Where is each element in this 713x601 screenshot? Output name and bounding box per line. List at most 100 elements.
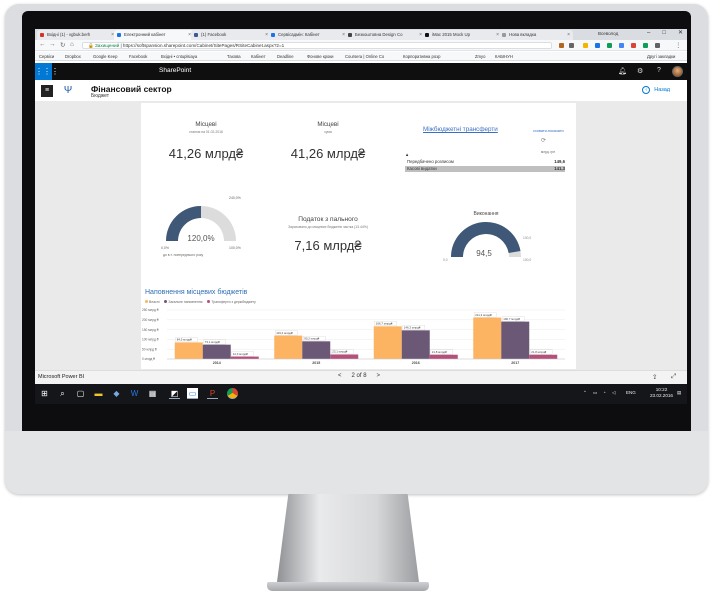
profile-name[interactable]: Всеволод bbox=[598, 31, 618, 36]
table-header: млрд. грн bbox=[541, 150, 556, 154]
browser-tab[interactable]: Вхідні (1) - vgbuk.berh × bbox=[37, 30, 117, 40]
taskbar-app-icon[interactable]: ◩ bbox=[169, 388, 180, 399]
notification-center-icon[interactable]: ▤ bbox=[677, 390, 681, 396]
search-icon[interactable]: ⌕ bbox=[57, 388, 68, 399]
browser-tab[interactable]: Сервісадмін: Кабінет × bbox=[268, 30, 348, 40]
kpi-value: 41,26 млрд₴ bbox=[168, 146, 244, 161]
browser-tab[interactable]: Електронний кабінет × bbox=[114, 30, 194, 40]
browser-tab[interactable]: Нова вкладка × bbox=[499, 30, 573, 40]
file-explorer-icon[interactable]: ▬ bbox=[93, 388, 104, 399]
back-arrow-icon: ‹ bbox=[642, 86, 651, 94]
help-icon[interactable]: ? bbox=[657, 67, 661, 74]
transfers-title[interactable]: Міжбюджетні трансферти bbox=[423, 126, 498, 133]
fullscreen-icon[interactable]: ⤢ bbox=[671, 373, 676, 381]
task-view-icon[interactable]: ▢ bbox=[75, 388, 86, 399]
secure-label: Захищений bbox=[95, 43, 120, 48]
gear-icon[interactable]: ⚙ bbox=[637, 67, 643, 75]
forward-arrow-icon[interactable]: → bbox=[49, 41, 56, 48]
reload-icon[interactable]: ↻ bbox=[60, 41, 65, 49]
browser-toolbar: ← → ↻ ⌂ 🔒 Захищений | https://softspansi… bbox=[35, 40, 687, 51]
extension-icon[interactable] bbox=[607, 43, 612, 48]
bookmark-item[interactable]: Coursera | Online Co bbox=[345, 52, 384, 60]
language-indicator[interactable]: ENG bbox=[626, 390, 636, 395]
calculator-icon[interactable]: ▦ bbox=[147, 388, 158, 399]
next-page-icon[interactable]: > bbox=[377, 373, 381, 379]
chrome-icon[interactable] bbox=[227, 388, 238, 399]
taskbar-app-icon[interactable]: ◆ bbox=[111, 388, 122, 399]
bookmark-item[interactable]: Facebook bbox=[129, 52, 147, 60]
legend-label[interactable]: Загальне наповнення bbox=[168, 300, 202, 304]
legend-label[interactable]: Власні bbox=[149, 300, 159, 304]
app-name[interactable]: SharePoint bbox=[159, 67, 191, 74]
share-icon[interactable]: ⇪ bbox=[652, 373, 657, 381]
tray-up-icon[interactable]: ⌃ bbox=[583, 390, 587, 396]
trident-logo-icon: Ψ bbox=[63, 85, 73, 96]
battery-icon[interactable]: ▭ bbox=[593, 390, 597, 396]
close-window-icon[interactable]: ✕ bbox=[678, 30, 683, 36]
table-cell-value: 149,6 bbox=[554, 159, 565, 164]
browser-tab[interactable]: (1) Facebook × bbox=[191, 30, 271, 40]
bookmark-item[interactable]: Dropbox bbox=[65, 52, 81, 60]
avatar[interactable] bbox=[672, 66, 683, 77]
bookmark-star-icon[interactable] bbox=[569, 43, 574, 48]
taskbar-app-icon[interactable]: ▭ bbox=[187, 388, 198, 399]
windows-start-icon[interactable]: ⊞ bbox=[39, 388, 50, 399]
sharepoint-suite-bar: ⋮⋮⋮ SharePoint 🔔︎ ⚙ ? bbox=[35, 63, 687, 80]
gmail-icon bbox=[40, 33, 44, 37]
maximize-icon[interactable]: □ bbox=[662, 30, 666, 36]
back-arrow-icon[interactable]: ← bbox=[39, 41, 46, 48]
wifi-icon[interactable]: ◔ bbox=[603, 390, 606, 395]
table-row[interactable]: Передбачено розписом 149,6 bbox=[405, 159, 565, 165]
close-icon[interactable]: × bbox=[567, 30, 570, 40]
powerbi-brand[interactable]: Microsoft Power BI bbox=[38, 374, 84, 380]
bookmark-item[interactable]: Фонове кроки bbox=[307, 52, 334, 60]
windows-taskbar: ⊞ ⌕ ▢ ▬ ◆ W ▦ ◩ ▭ P ⌃ ▭ ◔ ◁ ENG 10:22 23… bbox=[35, 384, 687, 404]
bookmark-item[interactable]: Другі закладки bbox=[647, 52, 675, 60]
notifications-icon[interactable]: 🔔︎ bbox=[618, 67, 627, 75]
bookmark-item[interactable]: Тахова bbox=[227, 52, 241, 60]
hamburger-menu-icon[interactable]: ≡ bbox=[41, 85, 53, 97]
bookmark-item[interactable]: Вхідні • cntuplsiaya bbox=[161, 52, 197, 60]
refresh-icon[interactable]: ⟳ bbox=[541, 137, 546, 144]
bookmark-item[interactable]: Deadline bbox=[277, 52, 294, 60]
extension-icon[interactable] bbox=[631, 43, 636, 48]
bookmark-item[interactable]: Кабінет bbox=[251, 52, 266, 60]
word-icon[interactable]: W bbox=[129, 388, 140, 399]
home-icon[interactable]: ⌂ bbox=[70, 41, 74, 48]
waffle-icon[interactable]: ⋮⋮⋮ bbox=[35, 63, 59, 80]
more-menu-icon[interactable]: ⋮ bbox=[675, 41, 682, 49]
chart-bar bbox=[473, 317, 502, 359]
extension-icon[interactable] bbox=[619, 43, 624, 48]
prev-page-icon[interactable]: < bbox=[338, 373, 342, 379]
bookmark-item[interactable]: Google Keep bbox=[93, 52, 117, 60]
y-tick-label: 150 млрд ₴ bbox=[142, 328, 159, 332]
extension-icon[interactable] bbox=[595, 43, 600, 48]
browser-tab[interactable]: Безкоштовна Design Co × bbox=[345, 30, 425, 40]
bookmark-item[interactable]: Корпоративна розр bbox=[403, 52, 440, 60]
extension-icon[interactable] bbox=[643, 43, 648, 48]
gauge-min: 0,0% bbox=[161, 246, 169, 250]
volume-icon[interactable]: ◁ bbox=[612, 390, 615, 396]
legend-label[interactable]: Трансферти з держбюджету bbox=[211, 300, 255, 304]
legend-swatch bbox=[207, 300, 211, 303]
chart-bar bbox=[202, 344, 231, 359]
bookmark-item[interactable]: Сервіси bbox=[39, 52, 54, 60]
data-label: 21,8 млрд₴ bbox=[432, 350, 447, 354]
page-navigator: <2 of 8 > bbox=[333, 373, 385, 379]
extension-icon[interactable] bbox=[583, 43, 588, 48]
minimize-icon[interactable]: – bbox=[647, 30, 650, 36]
powerbi-footer: Microsoft Power BI <2 of 8 > ⇪ ⤢ bbox=[35, 370, 687, 384]
bookmark-item[interactable]: Zmyo bbox=[475, 52, 485, 60]
bookmark-item[interactable]: КАБІНУН bbox=[495, 52, 513, 60]
back-button[interactable]: ‹ Назад bbox=[642, 86, 670, 94]
extension-icon[interactable] bbox=[559, 43, 564, 48]
x-tick-label: 2014 bbox=[213, 361, 221, 365]
powerpoint-icon[interactable]: P bbox=[207, 388, 218, 399]
x-tick-label: 2016 bbox=[412, 361, 420, 365]
system-clock[interactable]: 10:22 23.02.2016 bbox=[650, 387, 673, 399]
table-row[interactable]: Касові видатки 141,3 bbox=[405, 166, 565, 172]
toggle-button[interactable]: сховати-показати bbox=[533, 129, 564, 133]
browser-tab[interactable]: iMac 2015 Mock Up × bbox=[422, 30, 502, 40]
address-bar[interactable]: 🔒 Захищений | https://softspansion.share… bbox=[82, 42, 552, 49]
extension-icon[interactable] bbox=[655, 43, 660, 48]
